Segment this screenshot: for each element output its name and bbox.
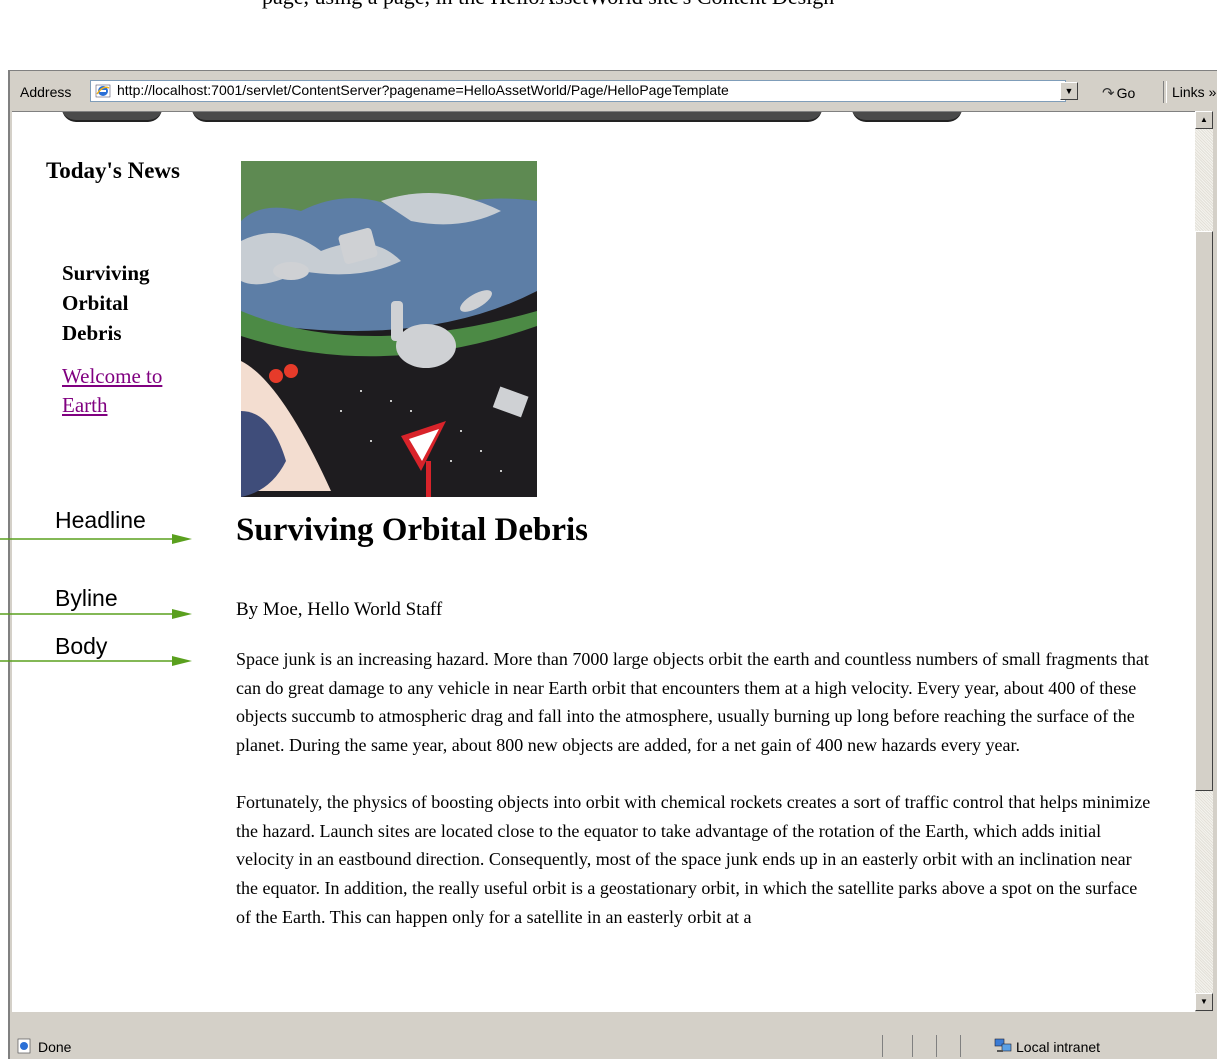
vertical-scrollbar[interactable]: ▲ ▼	[1195, 111, 1213, 1011]
status-panel	[912, 1035, 936, 1057]
status-panel	[936, 1035, 960, 1057]
nav-tab-shape	[62, 112, 162, 122]
article-byline: By Moe, Hello World Staff	[236, 599, 443, 620]
annotation-arrow-headline	[0, 534, 192, 544]
address-label: Address	[20, 84, 72, 100]
go-arrow-icon: ↷	[1102, 85, 1115, 102]
page-caption-fragment: page, using a page, in the HelloAssetWor…	[262, 0, 834, 16]
browser-window: Address http://localhost:7001/servlet/Co…	[8, 70, 1217, 1059]
status-panel	[882, 1035, 912, 1057]
page-viewport: Today's News Surviving Orbital Debris We…	[12, 111, 1195, 1012]
address-input[interactable]: http://localhost:7001/servlet/ContentSer…	[90, 80, 1066, 102]
nav-tab-shape	[852, 112, 962, 122]
local-intranet-icon	[994, 1038, 1012, 1052]
go-label: Go	[1116, 85, 1136, 101]
go-button[interactable]: ↷ Go	[1102, 84, 1135, 102]
toolbar-separator	[1163, 81, 1167, 103]
links-label: Links »	[1172, 84, 1217, 100]
status-text: Done	[38, 1039, 72, 1055]
nav-tab-strip	[52, 112, 972, 126]
address-dropdown-button[interactable]: ▼	[1060, 82, 1078, 100]
article-illustration	[241, 161, 537, 497]
body-paragraph: Fortunately, the physics of boosting obj…	[236, 791, 1151, 927]
zone-text: Local intranet	[1016, 1039, 1101, 1055]
article-body: Space junk is an increasing hazard. More…	[236, 645, 1156, 959]
annotation-headline-label: Headline	[55, 507, 146, 533]
links-button[interactable]: Links »	[1172, 84, 1216, 100]
address-url: http://localhost:7001/servlet/ContentSer…	[117, 82, 729, 98]
page-icon	[17, 1038, 31, 1054]
scroll-down-icon[interactable]: ▼	[1195, 993, 1213, 1011]
scroll-thumb[interactable]	[1195, 231, 1213, 791]
body-paragraph: Space junk is an increasing hazard. More…	[236, 649, 1149, 756]
sidebar-link-welcome[interactable]: Welcome to Earth	[62, 362, 202, 420]
article-headline: Surviving Orbital Debris	[236, 512, 589, 548]
nav-tab-shape	[192, 112, 822, 122]
address-bar: Address http://localhost:7001/servlet/Co…	[10, 78, 1217, 106]
status-panel	[960, 1035, 990, 1057]
scroll-up-icon[interactable]: ▲	[1195, 111, 1213, 129]
caption-text: page, using a page, in the HelloAssetWor…	[262, 0, 834, 9]
sidebar-current-article: Surviving Orbital Debris	[62, 261, 150, 345]
status-bar: Done Local intranet	[10, 1015, 1217, 1059]
annotation-arrow-byline	[0, 609, 192, 619]
annotation-arrow-body	[0, 656, 192, 666]
sidebar-heading: Today's News	[46, 158, 180, 183]
ie-icon	[95, 84, 111, 98]
chevron-down-icon: ▼	[1064, 86, 1074, 96]
